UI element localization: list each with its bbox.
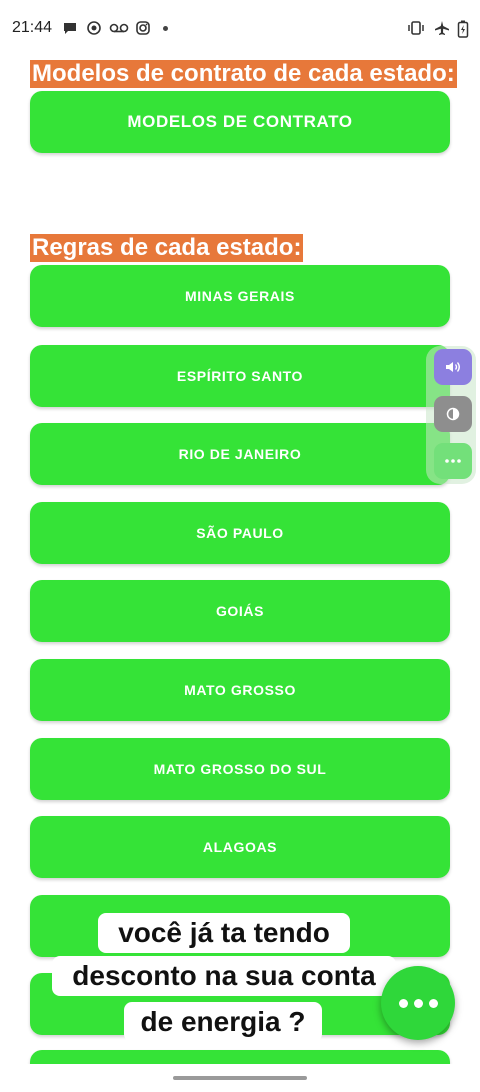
battery-icon [457,20,469,38]
state-button-mato-grosso[interactable]: MATO GROSSO [30,659,450,721]
speaker-icon [446,362,460,372]
instagram-icon [136,21,150,35]
notification-dot [163,26,168,31]
vibrate-icon [408,21,424,35]
caption-line-3: de energia ? [124,1002,322,1042]
state-button-goias[interactable]: GOIÁS [30,580,450,642]
state-button-sao-paulo[interactable]: SÃO PAULO [30,502,450,564]
contract-models-button[interactable]: MODELOS DE CONTRATO [30,91,450,153]
contrast-icon [446,407,460,421]
screen: 21:44 Modelos de contrato de cada estado… [0,0,480,1092]
airplane-mode-icon [435,21,449,35]
state-button-minas-gerais[interactable]: MINAS GERAIS [30,265,450,327]
contrast-button[interactable] [434,396,472,432]
state-button-espirito-santo[interactable]: ESPÍRITO SANTO [30,345,450,407]
accessibility-widget [426,346,476,484]
fab-dot [428,998,438,1008]
chat-bubble-icon [64,23,76,34]
caption-line-1: você já ta tendo [98,913,350,953]
contracts-section-title: Modelos de contrato de cada estado: [30,60,457,88]
record-icon [87,21,101,35]
state-button-alagoas[interactable]: ALAGOAS [30,816,450,878]
rules-section-title: Regras de cada estado: [30,234,304,262]
floating-action-button[interactable] [381,966,455,1040]
state-button-rio-de-janeiro[interactable]: RIO DE JANEIRO [30,423,450,485]
status-bar: 21:44 [0,0,480,60]
more-options-icon [445,459,461,463]
more-horizontal-icon [398,998,408,1008]
fab-dot [413,998,423,1008]
state-button-mato-grosso-do-sul[interactable]: MATO GROSSO DO SUL [30,738,450,800]
home-indicator[interactable] [173,1076,307,1080]
status-time: 21:44 [12,19,53,36]
voicemail-icon [109,23,129,33]
speaker-button[interactable] [434,349,472,385]
caption-line-2: desconto na sua conta [52,956,396,996]
more-options-button[interactable] [434,443,472,479]
